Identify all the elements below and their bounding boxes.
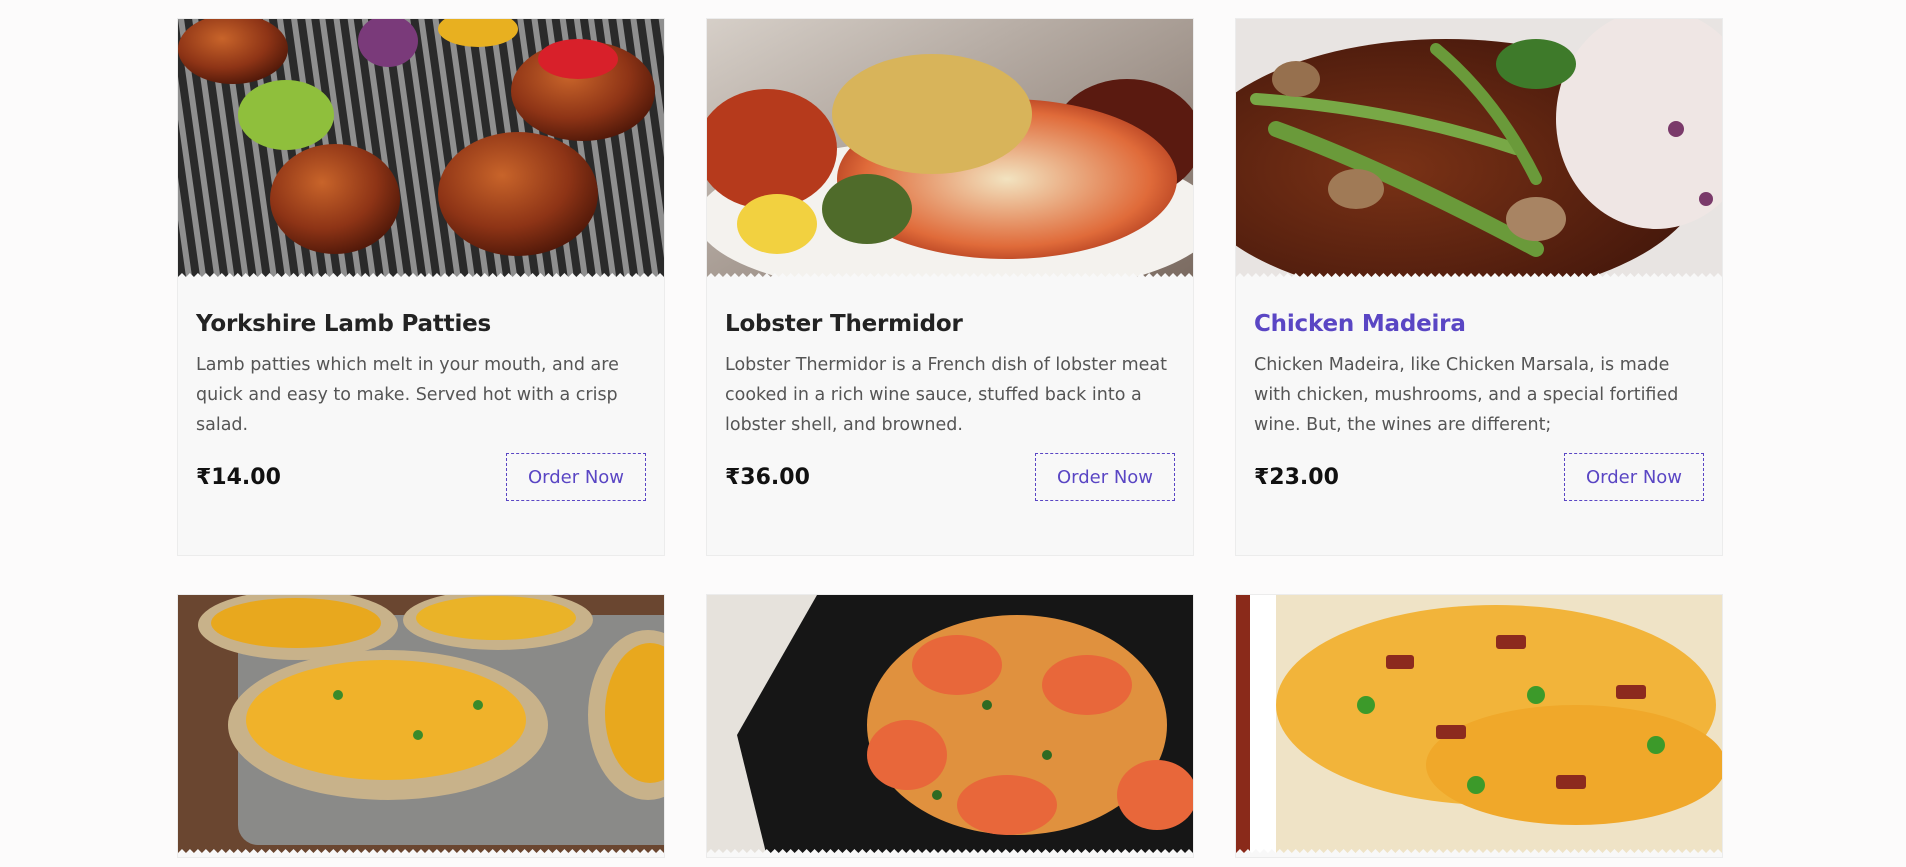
lobster-photo[interactable] [707,19,1193,281]
shrimp-pasta-photo[interactable] [707,595,1193,857]
card-description: Chicken Madeira, like Chicken Marsala, i… [1254,355,1679,435]
card-title[interactable]: Lobster Thermidor [725,311,1175,337]
cheesy-casserole-photo[interactable] [1236,595,1722,857]
order-now-button[interactable]: Order Now [1564,453,1704,501]
order-now-button[interactable]: Order Now [1035,453,1175,501]
menu-card[interactable]: Yorkshire Lamb Patties Lamb patties whic… [177,18,665,556]
card-footer: ₹23.00 Order Now [1254,453,1704,503]
card-footer: ₹36.00 Order Now [725,453,1175,503]
card-title[interactable]: Chicken Madeira [1254,311,1704,337]
card-body: Yorkshire Lamb Patties Lamb patties whic… [178,281,664,555]
card-body: Lobster Thermidor Lobster Thermidor is a… [707,281,1193,555]
card-title[interactable]: Yorkshire Lamb Patties [196,311,646,337]
price-label: ₹36.00 [725,465,810,490]
card-description: Lamb patties which melt in your mouth, a… [196,355,619,435]
menu-card[interactable] [1235,594,1723,858]
card-footer: ₹14.00 Order Now [196,453,646,503]
lamb-patties-photo[interactable] [178,19,664,281]
stuffed-potatoes-photo[interactable] [178,595,664,857]
menu-card[interactable] [706,594,1194,858]
card-description: Lobster Thermidor is a French dish of lo… [725,355,1167,435]
menu-card[interactable]: Lobster Thermidor Lobster Thermidor is a… [706,18,1194,556]
price-label: ₹23.00 [1254,465,1339,490]
card-body: Chicken Madeira Chicken Madeira, like Ch… [1236,281,1722,555]
menu-grid: Yorkshire Lamb Patties Lamb patties whic… [0,0,1906,867]
order-now-button[interactable]: Order Now [506,453,646,501]
price-label: ₹14.00 [196,465,281,490]
chicken-madeira-photo[interactable] [1236,19,1722,281]
menu-card[interactable]: Chicken Madeira Chicken Madeira, like Ch… [1235,18,1723,556]
menu-card[interactable] [177,594,665,858]
